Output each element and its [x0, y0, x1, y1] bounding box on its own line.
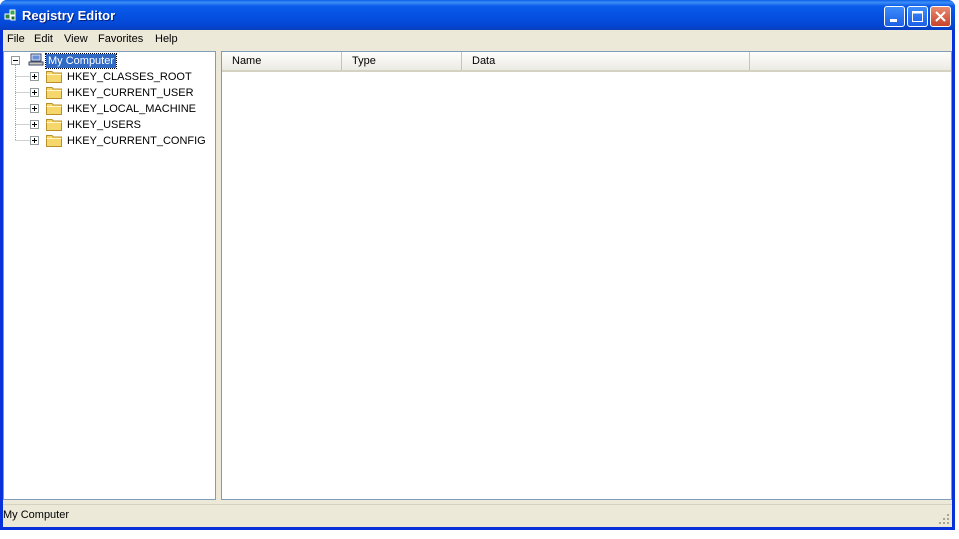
maximize-icon [912, 11, 923, 22]
registry-editor-window: Registry Editor File Edit View Favorites… [0, 0, 955, 530]
menu-help[interactable]: Help [155, 33, 178, 45]
menu-favorites[interactable]: Favorites [98, 33, 143, 45]
resize-grip-icon[interactable] [938, 513, 950, 525]
folder-icon [46, 71, 62, 83]
close-button[interactable] [930, 6, 951, 27]
tree-node-hkey-current-user[interactable]: HKEY_CURRENT_USER [4, 85, 204, 101]
folder-icon [46, 135, 62, 147]
column-header-data[interactable]: Data [462, 52, 750, 70]
maximize-button[interactable] [907, 6, 928, 27]
title-bar[interactable]: Registry Editor [0, 0, 955, 30]
tree-node-label: HKEY_CLASSES_ROOT [67, 71, 192, 83]
tree-root-label: My Computer [44, 53, 118, 69]
expand-icon[interactable] [30, 120, 39, 129]
list-header: Name Type Data [222, 52, 951, 72]
tree-node-hkey-current-config[interactable]: HKEY_CURRENT_CONFIG [4, 133, 206, 149]
menu-edit[interactable]: Edit [34, 33, 53, 45]
tree-node-hkey-classes-root[interactable]: HKEY_CLASSES_ROOT [4, 69, 204, 85]
collapse-icon[interactable] [11, 56, 20, 65]
expand-icon[interactable] [30, 88, 39, 97]
folder-icon [46, 119, 62, 131]
tree-root-node[interactable]: My Computer [4, 53, 204, 69]
close-icon [935, 11, 946, 22]
status-text: My Computer [3, 509, 70, 521]
registry-editor-icon [4, 9, 16, 21]
column-header-type[interactable]: Type [342, 52, 462, 70]
tree-node-label: HKEY_CURRENT_USER [67, 87, 194, 99]
menu-file[interactable]: File [7, 33, 25, 45]
values-list[interactable]: Name Type Data [221, 51, 952, 500]
column-header-name[interactable]: Name [222, 52, 342, 70]
minimize-icon [890, 19, 897, 22]
tree-node-hkey-users[interactable]: HKEY_USERS [4, 117, 204, 133]
folder-icon [46, 87, 62, 99]
tree-node-label: HKEY_CURRENT_CONFIG [67, 135, 206, 147]
expand-icon[interactable] [30, 72, 39, 81]
tree-node-label: HKEY_LOCAL_MACHINE [67, 103, 196, 115]
menu-bar: File Edit View Favorites Help [3, 30, 952, 50]
tree-node-label: HKEY_USERS [67, 119, 141, 131]
computer-icon [28, 53, 44, 66]
expand-icon[interactable] [30, 136, 39, 145]
desktop-edge [955, 0, 959, 539]
menu-view[interactable]: View [64, 33, 88, 45]
client-area: File Edit View Favorites Help My Compute… [3, 30, 952, 527]
folder-icon [46, 103, 62, 115]
status-bar: My Computer [3, 504, 952, 527]
registry-tree[interactable]: My Computer HKEY_CLASSES_ROOT HKEY_CURRE… [3, 51, 216, 500]
expand-icon[interactable] [30, 104, 39, 113]
window-title: Registry Editor [22, 8, 116, 23]
tree-node-hkey-local-machine[interactable]: HKEY_LOCAL_MACHINE [4, 101, 204, 117]
minimize-button[interactable] [884, 6, 905, 27]
